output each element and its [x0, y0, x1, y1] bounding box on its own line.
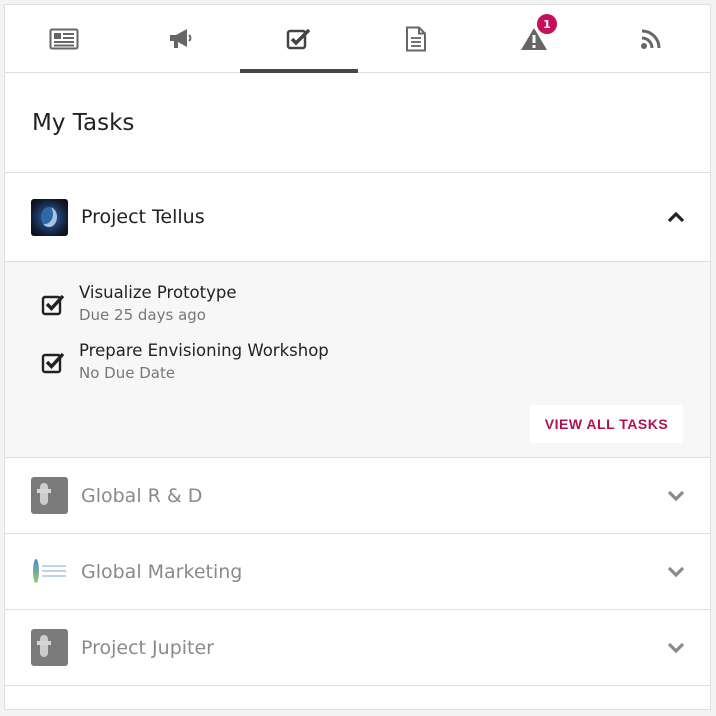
- task-name[interactable]: Prepare Envisioning Workshop: [79, 340, 329, 362]
- task-due-date: No Due Date: [79, 364, 176, 382]
- project-name: Global R & D: [81, 484, 203, 507]
- project-name: Global Marketing: [81, 560, 243, 583]
- tab-tasks[interactable]: [240, 5, 358, 73]
- task-item[interactable]: Visualize Prototype Due 25 days ago: [41, 282, 683, 326]
- page-title: My Tasks: [32, 109, 135, 136]
- project-name: Project Jupiter: [81, 636, 214, 659]
- project-row-global-marketing[interactable]: Global Marketing: [5, 534, 710, 610]
- project-avatar-placeholder: [31, 477, 68, 514]
- tab-feed[interactable]: [593, 5, 711, 72]
- project-avatar-logo: [31, 553, 68, 590]
- project-name: Project Tellus: [81, 206, 205, 228]
- project-row-tellus[interactable]: Project Tellus: [5, 173, 710, 262]
- chevron-down-icon[interactable]: [666, 565, 686, 579]
- checked-checkbox-icon[interactable]: [41, 350, 65, 374]
- project-row-jupiter[interactable]: Project Jupiter: [5, 610, 710, 686]
- tab-announcements[interactable]: [123, 5, 241, 72]
- project-row-global-rd[interactable]: Global R & D: [5, 458, 710, 534]
- page-header: My Tasks: [5, 73, 710, 173]
- chevron-up-icon[interactable]: [666, 210, 686, 224]
- tab-alerts[interactable]: 1: [475, 5, 593, 72]
- newspaper-icon: [49, 28, 79, 49]
- megaphone-icon: [170, 28, 192, 48]
- view-all-tasks-button[interactable]: VIEW ALL TASKS: [530, 405, 683, 443]
- task-name[interactable]: Visualize Prototype: [79, 282, 237, 304]
- document-icon: [406, 26, 427, 51]
- task-check-icon: [286, 28, 310, 49]
- rss-icon: [641, 29, 661, 49]
- project-avatar-earth: [31, 198, 68, 236]
- chevron-down-icon[interactable]: [666, 641, 686, 655]
- my-tasks-panel: 1 My Tasks Project Tellus Visualize Prot…: [4, 4, 711, 710]
- task-list: Visualize Prototype Due 25 days ago Prep…: [5, 262, 710, 458]
- chevron-down-icon[interactable]: [666, 489, 686, 503]
- project-avatar-placeholder: [31, 629, 68, 666]
- tab-bar: 1: [5, 5, 710, 73]
- tab-news[interactable]: [5, 5, 123, 72]
- tab-documents[interactable]: [358, 5, 476, 72]
- task-item[interactable]: Prepare Envisioning Workshop No Due Date: [41, 340, 683, 384]
- alert-count-badge: 1: [537, 14, 557, 34]
- checked-checkbox-icon[interactable]: [41, 292, 65, 316]
- task-due-date: Due 25 days ago: [79, 306, 206, 324]
